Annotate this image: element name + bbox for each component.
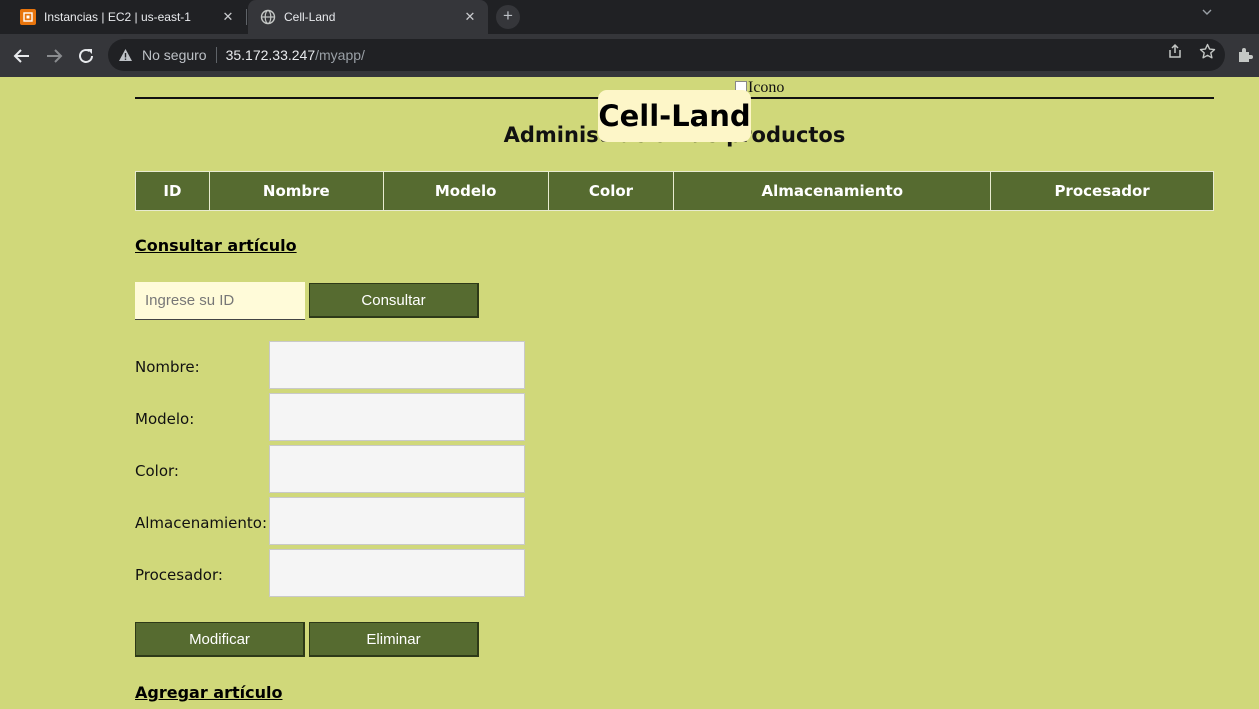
modify-button[interactable]: Modificar [135, 622, 305, 657]
reload-icon[interactable] [72, 42, 100, 70]
tab-separator [246, 9, 247, 25]
tab-title: Instancias | EC2 | us-east-1 [44, 10, 191, 24]
tab-close-icon[interactable]: ✕ [458, 9, 482, 25]
col-header-modelo: Modelo [382, 171, 549, 211]
consult-button[interactable]: Consultar [309, 283, 479, 318]
globe-icon [260, 9, 276, 25]
col-header-procesador: Procesador [990, 171, 1214, 211]
bookmark-star-icon[interactable] [1198, 42, 1216, 60]
aws-ec2-favicon-icon [20, 9, 36, 25]
browser-toolbar: No seguro 35.172.33.247/myapp/ [0, 34, 1259, 77]
col-header-nombre: Nombre [208, 171, 384, 211]
address-bar[interactable]: No seguro 35.172.33.247/myapp/ [108, 39, 1225, 71]
browser-tab-bar: Instancias | EC2 | us-east-1 ✕ Cell-Land… [0, 0, 1259, 34]
url-host: 35.172.33.247 [225, 47, 316, 63]
color-label: Color: [135, 462, 179, 480]
modelo-label: Modelo: [135, 410, 195, 428]
new-tab-button[interactable]: + [496, 5, 520, 29]
tab-search-chevron-icon[interactable] [1201, 6, 1213, 21]
col-header-almacenamiento: Almacenamiento [673, 171, 992, 211]
products-table: ID Nombre Modelo Color Almacenamiento Pr… [135, 171, 1214, 211]
nombre-label: Nombre: [135, 358, 200, 376]
id-search-input[interactable] [135, 282, 305, 320]
add-heading: Agregar artículo [135, 683, 283, 702]
share-icon[interactable] [1166, 42, 1184, 60]
security-status[interactable]: No seguro [142, 47, 207, 63]
nombre-field[interactable] [269, 341, 525, 389]
tab-cell-land[interactable]: Cell-Land ✕ [248, 0, 488, 34]
back-arrow-icon[interactable] [8, 42, 36, 70]
col-header-color: Color [547, 171, 675, 211]
tab-title: Cell-Land [284, 10, 336, 24]
forward-arrow-icon[interactable] [40, 42, 68, 70]
color-field[interactable] [269, 445, 525, 493]
col-header-id: ID [135, 171, 210, 211]
broken-image-alt-text: Icono [748, 79, 785, 96]
address-divider [215, 47, 217, 63]
brand-badge: Cell-Land [598, 90, 751, 142]
extensions-puzzle-icon[interactable] [1236, 46, 1256, 66]
almacenamiento-label: Almacenamiento: [135, 514, 268, 532]
consult-heading: Consultar artículo [135, 236, 297, 255]
almacenamiento-field[interactable] [269, 497, 525, 545]
warning-triangle-icon[interactable] [118, 48, 136, 62]
modelo-field[interactable] [269, 393, 525, 441]
procesador-field[interactable] [269, 549, 525, 597]
tab-close-icon[interactable]: ✕ [216, 9, 240, 25]
delete-button[interactable]: Eliminar [309, 622, 479, 657]
page-content: Icono Administración de productos Cell-L… [0, 77, 1259, 709]
tab-ec2-instances[interactable]: Instancias | EC2 | us-east-1 ✕ [8, 0, 246, 34]
url-path: /myapp/ [315, 47, 365, 63]
table-header-row: ID Nombre Modelo Color Almacenamiento Pr… [135, 171, 1214, 211]
procesador-label: Procesador: [135, 566, 223, 584]
